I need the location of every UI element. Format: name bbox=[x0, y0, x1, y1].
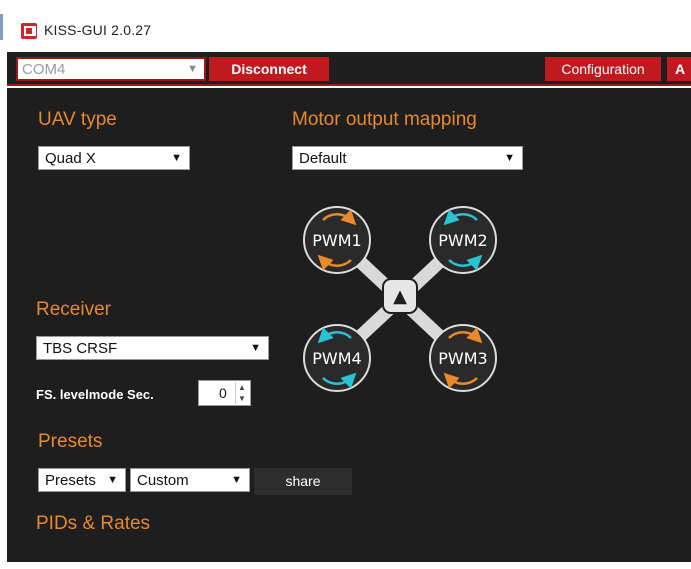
app-logo-icon bbox=[21, 23, 37, 39]
custom-preset-value: Custom bbox=[137, 472, 189, 489]
uav-type-heading: UAV type bbox=[38, 109, 117, 130]
receiver-value: TBS CRSF bbox=[43, 340, 118, 357]
motor-mapping-heading: Motor output mapping bbox=[292, 109, 477, 130]
receiver-heading: Receiver bbox=[36, 299, 111, 320]
com-port-select[interactable]: COM4 ▼ bbox=[16, 57, 206, 81]
stepper-down-icon[interactable]: ▼ bbox=[235, 393, 248, 404]
motor-pwm3[interactable]: PWM3 bbox=[429, 324, 497, 392]
failsafe-levelmode-value: 0 bbox=[219, 385, 227, 401]
presets-value: Presets bbox=[45, 472, 96, 489]
motor-pwm2-label: PWM2 bbox=[438, 231, 487, 250]
motor-pwm1-label: PWM1 bbox=[312, 231, 361, 250]
pids-rates-heading[interactable]: PIDs & Rates bbox=[36, 513, 150, 535]
window-edge bbox=[0, 14, 3, 40]
quad-x-motor-diagram: ▲ PWM1 PWM2 PWM4 PWM3 bbox=[303, 206, 497, 392]
uav-type-select[interactable]: Quad X ▼ bbox=[38, 146, 190, 170]
chevron-down-icon: ▼ bbox=[171, 152, 182, 164]
toolbar: COM4 ▼ Disconnect Configuration A bbox=[7, 52, 691, 86]
motor-pwm4-label: PWM4 bbox=[312, 349, 361, 368]
tab-configuration[interactable]: Configuration bbox=[545, 57, 661, 81]
receiver-select[interactable]: TBS CRSF ▼ bbox=[36, 336, 269, 360]
front-direction-icon: ▲ bbox=[393, 286, 407, 307]
chevron-down-icon: ▼ bbox=[187, 63, 198, 75]
title-bar: KISS-GUI 2.0.27 bbox=[0, 0, 691, 52]
motor-pwm4[interactable]: PWM4 bbox=[303, 324, 371, 392]
motor-pwm1[interactable]: PWM1 bbox=[303, 206, 371, 274]
motor-pwm2[interactable]: PWM2 bbox=[429, 206, 497, 274]
window-bottom-edge bbox=[0, 562, 691, 569]
motor-pwm3-label: PWM3 bbox=[438, 349, 487, 368]
share-button[interactable]: share bbox=[254, 468, 352, 495]
stepper-up-icon[interactable]: ▲ bbox=[235, 382, 248, 393]
chevron-down-icon: ▼ bbox=[504, 152, 515, 164]
presets-heading: Presets bbox=[38, 431, 103, 452]
motor-mapping-select[interactable]: Default ▼ bbox=[292, 146, 523, 170]
failsafe-levelmode-label: FS. levelmode Sec. bbox=[36, 387, 154, 402]
com-port-value: COM4 bbox=[22, 61, 66, 78]
configuration-panel: UAV type Quad X ▼ Motor output mapping D… bbox=[7, 88, 691, 562]
failsafe-levelmode-stepper[interactable]: 0 ▲ ▼ bbox=[198, 380, 251, 406]
custom-preset-select[interactable]: Custom ▼ bbox=[130, 468, 250, 492]
presets-select[interactable]: Presets ▼ bbox=[38, 468, 126, 492]
disconnect-button[interactable]: Disconnect bbox=[209, 57, 329, 81]
chevron-down-icon: ▼ bbox=[231, 474, 242, 486]
chevron-down-icon: ▼ bbox=[107, 474, 118, 486]
tab-next[interactable]: A bbox=[667, 57, 691, 81]
motor-mapping-value: Default bbox=[299, 150, 347, 167]
window-title: KISS-GUI 2.0.27 bbox=[44, 22, 152, 38]
uav-type-value: Quad X bbox=[45, 150, 96, 167]
chevron-down-icon: ▼ bbox=[250, 342, 261, 354]
